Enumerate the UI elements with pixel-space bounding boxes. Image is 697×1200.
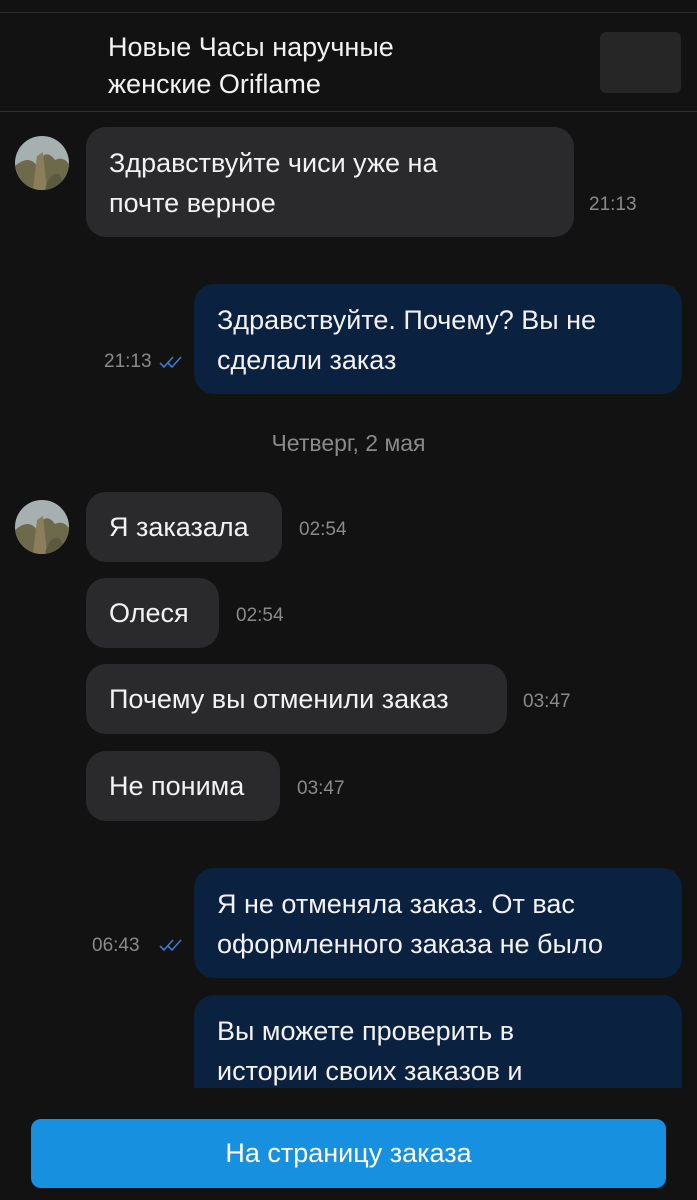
message-text: Здравствуйте. Почему? Вы не сделали зака…: [217, 305, 597, 375]
avatar-image-icon: [15, 136, 69, 190]
message-time: 06:43: [92, 935, 140, 956]
message-bubble-outgoing[interactable]: Здравствуйте. Почему? Вы не сделали зака…: [194, 284, 682, 394]
seller-avatar[interactable]: [15, 500, 69, 554]
date-separator: Четверг, 2 мая: [271, 430, 426, 456]
read-checkmarks-icon: [159, 356, 182, 369]
message-text: Я не отменяла заказ. От вас оформленного…: [217, 889, 603, 959]
product-title[interactable]: Новые Часы наручные женские Oriflame: [108, 29, 488, 103]
message-bubble-outgoing[interactable]: Я не отменяла заказ. От вас оформленного…: [194, 868, 682, 978]
message-bubble-incoming[interactable]: Олеся: [86, 578, 219, 648]
message-time: 02:54: [299, 519, 347, 540]
message-bubble-incoming[interactable]: Не понима: [86, 751, 280, 821]
message-text: Почему вы отменили заказ: [109, 684, 449, 714]
message-bubble-incoming[interactable]: Здравствуйте чиси уже на почте верное: [86, 127, 574, 237]
message-bubble-incoming[interactable]: Почему вы отменили заказ: [86, 664, 507, 734]
read-checkmarks-icon: [159, 939, 182, 952]
message-time: 03:47: [523, 691, 571, 712]
product-thumbnail[interactable]: [600, 32, 681, 93]
message-text: Не понима: [109, 771, 245, 801]
go-to-order-button[interactable]: На страницу заказа: [31, 1119, 666, 1188]
message-time: 21:13: [104, 351, 152, 372]
message-time: 03:47: [297, 778, 345, 799]
chat-header: Новые Часы наручные женские Oriflame: [0, 13, 697, 112]
status-bar-edge: [0, 0, 697, 13]
product-title-line-2: женские Oriflame: [108, 69, 321, 99]
seller-avatar[interactable]: [15, 136, 69, 190]
avatar-image-icon: [15, 500, 69, 554]
product-title-line-1: Новые Часы наручные: [108, 32, 394, 62]
message-time: 21:13: [589, 194, 637, 215]
message-bubble-incoming[interactable]: Я заказала: [86, 492, 282, 562]
message-text: Олеся: [109, 598, 189, 628]
message-text: Вы можете проверить в истории своих зака…: [217, 1016, 523, 1086]
message-time: 02:54: [236, 605, 284, 626]
message-text: Я заказала: [109, 512, 249, 542]
message-text: Здравствуйте чиси уже на почте верное: [109, 148, 438, 218]
